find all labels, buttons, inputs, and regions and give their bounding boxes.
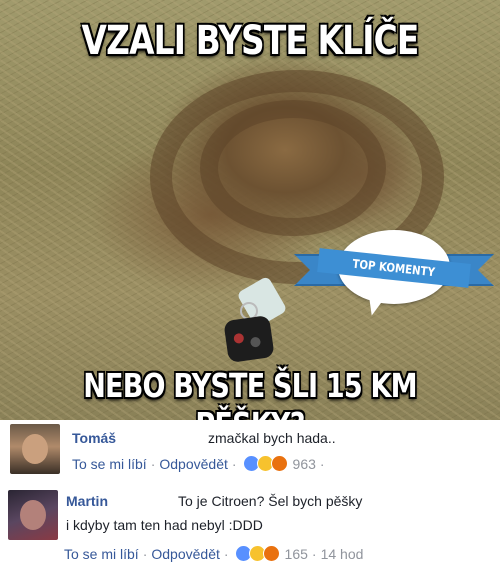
separator: · (231, 455, 237, 472)
avatar-face (20, 500, 46, 530)
angry-icon (262, 545, 280, 562)
comment-text-line1: To je Citroen? Šel bych pěšky (178, 493, 363, 509)
comment-author[interactable]: Martin (66, 493, 108, 509)
meme-bottom-text: NEBO BYSTE ŠLI 15 KM PĚŠKY? (83, 366, 417, 420)
comment-text-line2: i kdyby tam ten had nebyl :DDD (66, 517, 263, 533)
badge-label: TOP KOMENTY (352, 256, 436, 280)
reply-link[interactable]: Odpovědět (151, 546, 220, 562)
like-link[interactable]: To se mi líbí (64, 546, 139, 562)
badge-bubble-tail (363, 292, 387, 318)
reply-link[interactable]: Odpovědět (159, 456, 228, 472)
meme-top-text: VZALI BYSTE KLÍČE (81, 18, 420, 64)
like-link[interactable]: To se mi líbí (72, 456, 147, 472)
avatar[interactable] (10, 424, 60, 474)
key-fob (223, 315, 275, 363)
avatar-face (22, 434, 48, 464)
angry-icon (270, 455, 288, 472)
separator: · (319, 455, 325, 472)
car-keys (223, 275, 288, 363)
reaction-count[interactable]: 963 (293, 456, 316, 472)
reactions[interactable] (234, 545, 280, 562)
comment: Martin To je Citroen? Šel bych pěšky i k… (0, 482, 500, 574)
meme-image: VZALI BYSTE KLÍČE TOP KOMENTY NEBO BYSTE… (0, 0, 500, 420)
separator: · (150, 455, 156, 472)
comments-section: Tomáš zmačkal bych hada.. To se mi líbí … (0, 420, 500, 574)
separator: · (223, 545, 229, 562)
snake-coil-inner (200, 100, 386, 236)
comment-text: zmačkal bych hada.. (208, 430, 336, 446)
fob-button (249, 336, 262, 348)
separator: · (311, 545, 317, 562)
reactions[interactable] (242, 455, 288, 472)
fob-button (233, 332, 245, 345)
reaction-count[interactable]: 165 (285, 546, 308, 562)
comment-actions: To se mi líbí · Odpovědět · 963 · (72, 455, 329, 472)
comment-author[interactable]: Tomáš (72, 430, 116, 446)
comment-actions: To se mi líbí · Odpovědět · 165 · 14 hod (64, 545, 363, 562)
avatar[interactable] (8, 490, 58, 540)
comment-time[interactable]: 14 hod (321, 546, 364, 562)
separator: · (142, 545, 148, 562)
top-comments-badge: TOP KOMENTY (294, 228, 494, 318)
comment: Tomáš zmačkal bych hada.. To se mi líbí … (0, 420, 500, 482)
